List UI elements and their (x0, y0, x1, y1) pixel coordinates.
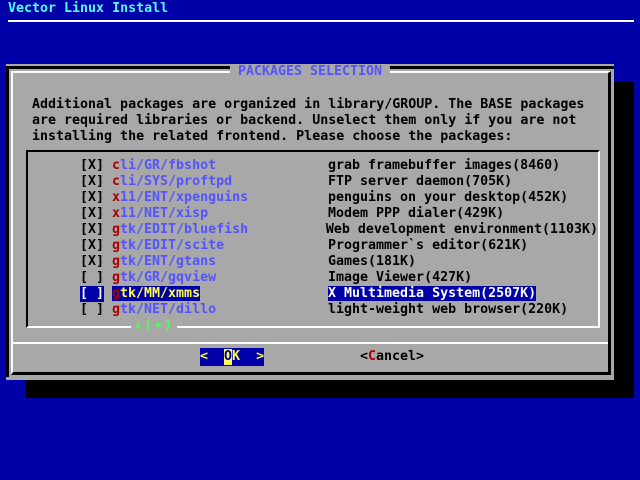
package-row[interactable]: [X] x11/ENT/xpenguins penguins on your des… (80, 190, 598, 206)
header-rule (8, 20, 634, 22)
package-row[interactable]: [ ] gtk/MM/xmms X Multimedia System(2507K) (80, 286, 598, 302)
package-row[interactable]: [X] x11/NET/xisp Modem PPP dialer(429K) (80, 206, 598, 222)
package-checkbox[interactable]: [ ] (80, 302, 104, 318)
cancel-button[interactable]: <Cancel> (360, 348, 424, 366)
dialog-shadow (614, 82, 634, 398)
package-name: cli/GR/fbshot (112, 158, 320, 174)
package-name: gtk/EDIT/bluefish (112, 222, 318, 238)
package-row[interactable]: [X] gtk/ENT/gtans Games(181K) (80, 254, 598, 270)
package-name: gtk/EDIT/scite (112, 238, 320, 254)
package-name: gtk/GR/gqview (112, 270, 320, 286)
package-row[interactable]: [X] cli/SYS/proftpd FTP server daemon(705K… (80, 174, 598, 190)
package-checkbox[interactable]: [X] (80, 174, 104, 190)
dialog-title: PACKAGES SELECTION (230, 64, 390, 80)
package-row[interactable]: [X] cli/GR/fbshot grab framebuffer images(… (80, 158, 598, 174)
package-checkbox[interactable]: [X] (80, 254, 104, 270)
package-description: grab framebuffer images(8460) (328, 158, 598, 174)
dialog-shadow (26, 380, 634, 398)
package-name: gtk/MM/xmms (112, 286, 320, 302)
package-description: FTP server daemon(705K) (328, 174, 598, 190)
dialog-message-line: installing the related frontend. Please … (32, 129, 584, 145)
package-checkbox[interactable]: [X] (80, 222, 104, 238)
package-name: cli/SYS/proftpd (112, 174, 320, 190)
package-description: penguins on your desktop(452K) (328, 190, 598, 206)
package-name: x11/ENT/xpenguins (112, 190, 320, 206)
package-checkbox[interactable]: [X] (80, 238, 104, 254)
package-checkbox[interactable]: [X] (80, 190, 104, 206)
package-description: Programmer`s editor(621K) (328, 238, 598, 254)
package-name: gtk/NET/dillo (112, 302, 320, 318)
package-description: X Multimedia System(2507K) (328, 286, 598, 302)
dialog-message: Additional packages are organized in lib… (32, 97, 584, 145)
package-description: Image Viewer(427K) (328, 270, 598, 286)
package-checkbox[interactable]: [X] (80, 158, 104, 174)
package-row[interactable]: [ ] gtk/GR/gqview Image Viewer(427K) (80, 270, 598, 286)
package-name: gtk/ENT/gtans (112, 254, 320, 270)
ok-button[interactable]: < OK > (200, 348, 264, 366)
package-row[interactable]: [X] gtk/EDIT/scite Programmer`s editor(621… (80, 238, 598, 254)
package-checkbox[interactable]: [ ] (80, 286, 104, 302)
package-row[interactable]: [X] gtk/EDIT/bluefish Web development envi… (80, 222, 598, 238)
install-header-title: Vector Linux Install (8, 1, 168, 17)
dialog-message-line: are required libraries or backend. Unsel… (32, 113, 584, 129)
package-checkbox[interactable]: [X] (80, 206, 104, 222)
package-checkbox[interactable]: [ ] (80, 270, 104, 286)
package-description: Web development environment(1103K) (326, 222, 598, 238)
package-description: light-weight web browser(220K) (328, 302, 598, 318)
package-checklist[interactable]: [X] cli/GR/fbshot grab framebuffer images(… (26, 150, 600, 328)
package-description: Games(181K) (328, 254, 598, 270)
scroll-more-indicator: ↓(+) (131, 318, 177, 334)
package-name: x11/NET/xisp (112, 206, 320, 222)
dialog-border (6, 66, 9, 377)
package-row[interactable]: [ ] gtk/NET/dillo light-weight web browser… (80, 302, 598, 318)
packages-selection-dialog: PACKAGES SELECTION Additional packages a… (6, 64, 614, 380)
dialog-message-line: Additional packages are organized in lib… (32, 97, 584, 113)
buttons-separator (13, 342, 608, 344)
package-description: Modem PPP dialer(429K) (328, 206, 598, 222)
